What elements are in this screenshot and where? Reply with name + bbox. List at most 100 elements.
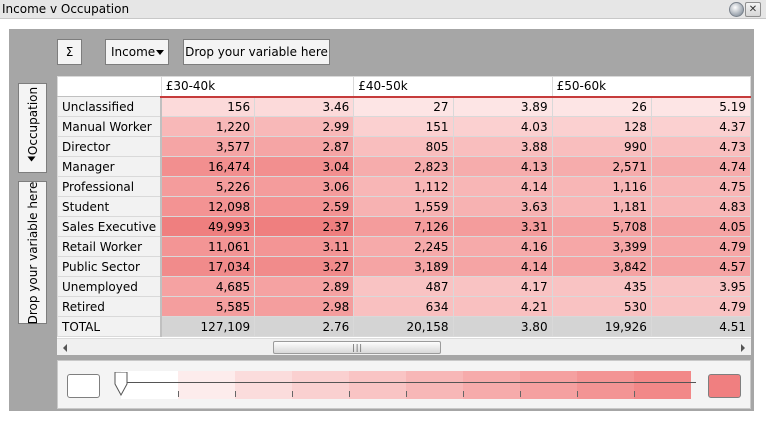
table-cell[interactable]: 5.19 (650, 96, 751, 117)
table-cell[interactable]: 5,585 (160, 296, 256, 317)
table-cell[interactable]: 7,126 (353, 216, 454, 237)
table-cell[interactable]: 26 (551, 96, 652, 117)
table-cell[interactable]: 3.31 (452, 216, 553, 237)
row-header[interactable]: Student (57, 196, 163, 217)
row-header[interactable]: Retail Worker (57, 236, 163, 257)
table-cell[interactable]: 2.59 (254, 196, 355, 217)
table-cell[interactable]: 4.21 (452, 296, 553, 317)
total-cell: 19,926 (551, 316, 652, 337)
row-header[interactable]: Unemployed (57, 276, 163, 297)
table-cell[interactable]: 1,220 (160, 116, 256, 137)
table-cell[interactable]: 3,399 (551, 236, 652, 257)
table-cell[interactable]: 4.03 (452, 116, 553, 137)
table-cell[interactable]: 2,245 (353, 236, 454, 257)
table-cell[interactable]: 4.14 (452, 176, 553, 197)
row-variable-button[interactable]: Occupation (18, 83, 47, 173)
table-cell[interactable]: 4.79 (650, 296, 751, 317)
table-cell[interactable]: 3.63 (452, 196, 553, 217)
table-cell[interactable]: 3,842 (551, 256, 652, 277)
table-cell[interactable]: 2,571 (551, 156, 652, 177)
table-cell[interactable]: 4.83 (650, 196, 751, 217)
table-cell[interactable]: 435 (551, 276, 652, 297)
table-cell[interactable]: 805 (353, 136, 454, 157)
table-cell[interactable]: 3.06 (254, 176, 355, 197)
table-cell[interactable]: 4.37 (650, 116, 751, 137)
table-cell[interactable]: 4,685 (160, 276, 256, 297)
table-cell[interactable]: 12,098 (160, 196, 256, 217)
table-cell[interactable]: 11,061 (160, 236, 256, 257)
table-cell[interactable]: 5,226 (160, 176, 256, 197)
sigma-button[interactable]: Σ (57, 39, 82, 65)
table-cell[interactable]: 2.98 (254, 296, 355, 317)
table-cell[interactable]: 4.14 (452, 256, 553, 277)
window-title: Income v Occupation (2, 2, 130, 16)
row-header[interactable]: Professional (57, 176, 163, 197)
close-icon[interactable]: ✕ (745, 2, 761, 17)
table-cell[interactable]: 16,474 (160, 156, 256, 177)
row-header[interactable]: Retired (57, 296, 163, 317)
measure-dropdown[interactable]: Income (105, 39, 169, 65)
table-cell[interactable]: 4.13 (452, 156, 553, 177)
row-header[interactable]: Sales Executive (57, 216, 163, 237)
table-cell[interactable]: 3.27 (254, 256, 355, 277)
table-cell[interactable]: 27 (353, 96, 454, 117)
row-header[interactable]: Public Sector (57, 256, 163, 277)
table-cell[interactable]: 3.04 (254, 156, 355, 177)
high-color-swatch[interactable] (708, 374, 741, 398)
table-cell[interactable]: 3.11 (254, 236, 355, 257)
table-cell[interactable]: 1,559 (353, 196, 454, 217)
table-cell[interactable]: 487 (353, 276, 454, 297)
table-cell[interactable]: 530 (551, 296, 652, 317)
table-cell[interactable]: 49,993 (160, 216, 256, 237)
table-cell[interactable]: 4.73 (650, 136, 751, 157)
table-cell[interactable]: 1,181 (551, 196, 652, 217)
restore-icon[interactable] (729, 2, 744, 17)
table-cell[interactable]: 1,116 (551, 176, 652, 197)
table-cell[interactable]: 3,577 (160, 136, 256, 157)
table-cell[interactable]: 2.37 (254, 216, 355, 237)
ramp-tick (235, 391, 236, 397)
column-drop-zone[interactable]: Drop your variable here (183, 39, 330, 65)
scroll-right-icon[interactable] (741, 344, 745, 352)
table-cell[interactable]: 2.89 (254, 276, 355, 297)
table-cell[interactable]: 4.57 (650, 256, 751, 277)
row-header[interactable]: Manual Worker (57, 116, 163, 137)
table-cell[interactable]: 3.95 (650, 276, 751, 297)
row-drop-zone[interactable]: Drop your variable here (18, 181, 47, 324)
table-cell[interactable]: 4.05 (650, 216, 751, 237)
table-cell[interactable]: 2,823 (353, 156, 454, 177)
row-header[interactable]: Unclassified (57, 96, 163, 117)
table-cell[interactable]: 4.74 (650, 156, 751, 177)
column-group-header[interactable]: £30-40k (160, 76, 355, 98)
table-cell[interactable]: 151 (353, 116, 454, 137)
ramp-tick (634, 391, 635, 397)
scrollbar-thumb[interactable]: ||| (273, 341, 441, 354)
table-cell[interactable]: 2.99 (254, 116, 355, 137)
table-cell[interactable]: 3.88 (452, 136, 553, 157)
table-cell[interactable]: 4.79 (650, 236, 751, 257)
total-cell: 4.51 (650, 316, 751, 337)
table-cell[interactable]: 128 (551, 116, 652, 137)
scroll-left-icon[interactable] (63, 344, 67, 352)
row-header[interactable]: Manager (57, 156, 163, 177)
low-color-swatch[interactable] (67, 374, 100, 398)
row-header[interactable]: Director (57, 136, 163, 157)
table-cell[interactable]: 990 (551, 136, 652, 157)
ramp-slider-handle[interactable] (114, 372, 128, 396)
table-cell[interactable]: 3.89 (452, 96, 553, 117)
table-cell[interactable]: 3,189 (353, 256, 454, 277)
column-group-header[interactable]: £50-60k (551, 76, 751, 98)
table-cell[interactable]: 5,708 (551, 216, 652, 237)
table-cell[interactable]: 4.16 (452, 236, 553, 257)
table-cell[interactable]: 634 (353, 296, 454, 317)
table-cell[interactable]: 4.75 (650, 176, 751, 197)
total-cell: 3.80 (452, 316, 553, 337)
table-cell[interactable]: 1,112 (353, 176, 454, 197)
table-cell[interactable]: 17,034 (160, 256, 256, 277)
column-group-header[interactable]: £40-50k (353, 76, 553, 98)
horizontal-scrollbar[interactable]: ||| (57, 338, 751, 355)
table-cell[interactable]: 3.46 (254, 96, 355, 117)
table-cell[interactable]: 156 (160, 96, 256, 117)
table-cell[interactable]: 2.87 (254, 136, 355, 157)
table-cell[interactable]: 4.17 (452, 276, 553, 297)
